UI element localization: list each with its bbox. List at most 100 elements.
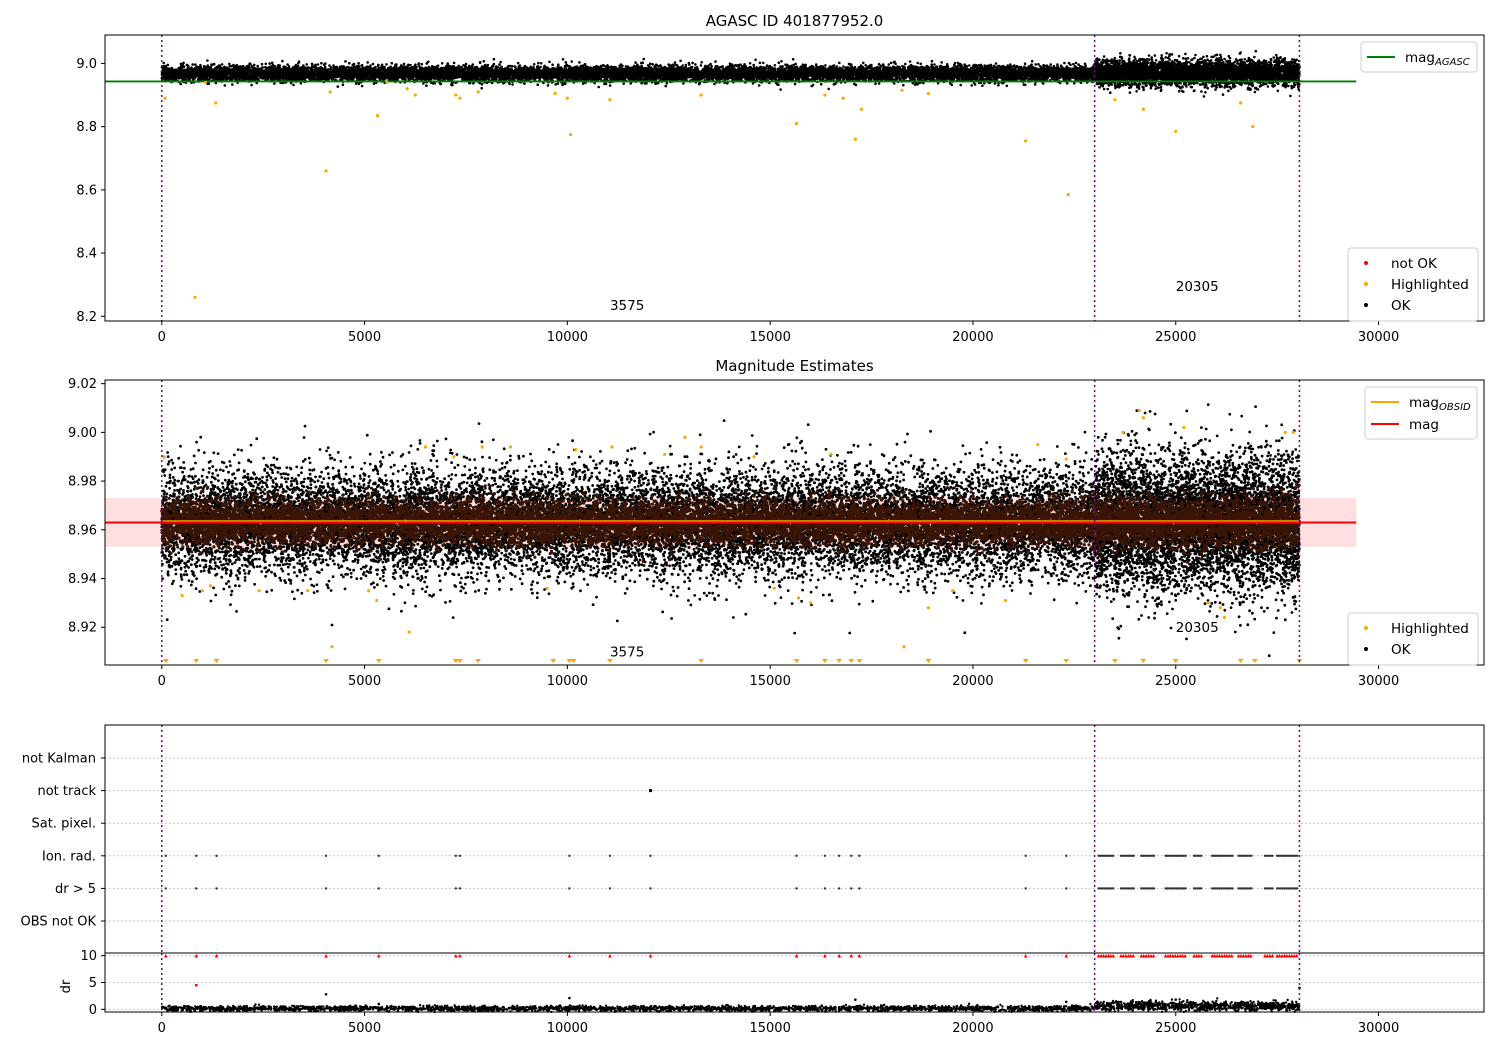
x-tick-label: 10000 [547,1021,588,1036]
highlighted-point [257,589,261,593]
flag-point [568,887,571,890]
y-tick-label: 9.02 [68,377,97,392]
flag-point [1231,887,1234,890]
flag-point [195,887,198,890]
x-tick-label: 20000 [952,330,993,345]
flag-point [850,887,853,890]
flag-point [1065,887,1068,890]
dr-outlier [568,996,571,1000]
x-tick-label: 30000 [1358,330,1399,345]
highlighted-point [794,121,799,126]
highlighted-point [375,598,379,603]
flag-point [837,854,841,857]
highlighted-point [553,91,557,96]
obsid-annotation: 20305 [1176,279,1219,295]
y-tick-label: 10 [80,949,97,964]
highlighted-point [823,93,827,97]
flag-point [1132,887,1135,890]
highlighted-point [926,91,930,96]
figure: AGASC ID 401877952.00 5000 10000 15000 20000… [0,0,1500,1050]
x-tick-label: 15000 [749,330,790,345]
highlighted-point [772,586,776,590]
highlighted-point [423,445,428,449]
agasc-point-legend-label: not OK [1391,256,1438,272]
flag-point [795,854,798,857]
flag-point [1132,854,1135,857]
flag-point [1200,887,1203,890]
x-tick-label: 10000 [547,330,588,345]
x-tick-label: 10000 [547,674,588,689]
highlighted-point [375,113,380,118]
highlighted-point [454,93,458,97]
highlighted-point [1141,416,1145,420]
flag-point [1152,854,1156,857]
y-tick-label: 8.2 [76,310,97,325]
flag-point [324,887,328,890]
y-tick-label: 8.98 [68,475,97,490]
dr-outlier [324,993,328,996]
highlighted-point [1206,601,1210,605]
chart-title: Magnitude Estimates [715,357,873,375]
highlighted-point [1066,192,1070,197]
highlighted-point [569,132,573,137]
highlighted-point [1003,598,1008,603]
highlighted-point [699,445,703,449]
highlighted-point [1251,125,1255,129]
estimates-point-legend-marker [1364,626,1368,630]
flag-point [1184,854,1187,857]
highlighted-point [573,447,578,452]
highlighted-point [545,586,549,590]
highlighted-point [1218,606,1222,610]
highlighted-point [1222,615,1227,620]
x-tick-label: 5000 [348,674,381,689]
obsid-annotation: 3575 [610,644,644,660]
highlighted-point [699,93,703,97]
highlighted-point [809,601,813,605]
y-tick-label: 8.92 [68,621,97,636]
flag-point [850,854,853,857]
highlighted-point [413,93,417,97]
highlighted-point [1239,101,1243,105]
flag-point [215,854,218,857]
dr-outlier [1064,1000,1068,1004]
flag-point [837,887,841,890]
highlighted-point [859,107,864,111]
flag-point [1250,887,1253,890]
flag-point [1200,854,1203,857]
estimates-line-legend-label: mag [1409,417,1439,433]
y-tick-label: 5 [89,976,97,991]
highlighted-point [208,584,213,588]
highlighted-point [841,96,845,100]
flag-category-label: not Kalman [22,752,96,767]
flag-point [1184,887,1187,890]
dr-red-point [194,983,198,987]
highlighted-point [1064,457,1068,461]
x-tick-label: 25000 [1155,1021,1196,1036]
x-tick-label: 20000 [952,1021,993,1036]
dr-outlier [1174,998,1178,1001]
flag-category-label: Ion. rad. [42,849,96,864]
flag-point [649,887,652,890]
highlighted-point [452,455,456,459]
flag-category-label: OBS not OK [21,915,97,930]
dr-outlier [377,1002,381,1006]
highlighted-point [1141,107,1145,111]
flag-point [454,887,458,890]
highlighted-point [508,445,513,449]
flag-category-label: Sat. pixel. [32,817,96,832]
highlighted-point [458,96,462,100]
highlighted-point [902,645,906,649]
flag-point [454,854,458,857]
flag-point [1231,854,1234,857]
highlighted-point [1036,442,1040,447]
flag-point [1250,854,1253,857]
highlighted-point [951,589,955,593]
highlighted-point [200,589,204,593]
flag-point [458,887,462,890]
highlighted-point [752,455,756,459]
highlighted-point [796,596,801,600]
x-tick-label: 20000 [952,674,993,689]
x-tick-label: 0 [158,1021,166,1036]
flag-point [823,854,827,857]
flag-point [1024,887,1027,890]
